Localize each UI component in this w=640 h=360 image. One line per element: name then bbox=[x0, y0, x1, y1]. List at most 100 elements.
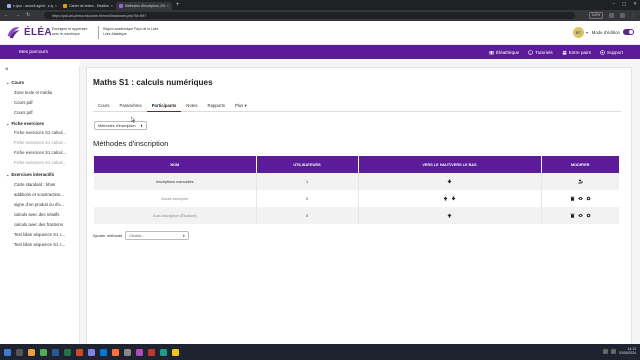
new-tab-button[interactable]: + bbox=[176, 2, 180, 8]
eye-icon[interactable] bbox=[578, 213, 583, 218]
sidebar-item[interactable]: Fiche exercices S1 calcul... bbox=[14, 140, 76, 145]
add-method-select[interactable]: Choisir... ⬍ bbox=[125, 231, 190, 240]
minimize-icon[interactable]: – bbox=[612, 1, 615, 7]
table-header-row: NOM UTILISATEURS VERS LE HAUT/VERS LE BA… bbox=[94, 156, 619, 173]
zoom-badge[interactable]: 110% bbox=[588, 12, 603, 19]
browser-tab-2[interactable]: Cahier de textes - Etablisseme × bbox=[60, 2, 116, 10]
gear-icon[interactable] bbox=[586, 213, 591, 218]
tab-participants[interactable]: Participants bbox=[146, 100, 182, 112]
sidebar-item[interactable]: Cours pdf bbox=[14, 110, 76, 115]
file-explorer-icon[interactable] bbox=[28, 348, 35, 356]
chevron-down-icon: ⌄ bbox=[6, 121, 10, 126]
system-clock[interactable]: 14:13 03/09/2024 bbox=[619, 347, 636, 355]
edge-icon[interactable] bbox=[100, 348, 107, 356]
user-menu[interactable]: BT ▾ bbox=[572, 27, 588, 38]
start-icon[interactable] bbox=[4, 348, 11, 356]
nav-eleatheque[interactable]: Éléathèque bbox=[489, 50, 519, 55]
sidebar-item[interactable]: calculs avec des fractions bbox=[14, 222, 76, 227]
app-icon[interactable] bbox=[172, 348, 179, 356]
arrow-up-icon[interactable] bbox=[447, 213, 452, 218]
search-icon[interactable] bbox=[16, 348, 23, 356]
arrow-down-icon[interactable] bbox=[447, 179, 452, 184]
clock-date: 03/09/2024 bbox=[619, 351, 636, 356]
close-tab-icon[interactable]: × bbox=[111, 4, 113, 8]
close-tab-icon[interactable]: × bbox=[55, 4, 57, 8]
tab-notes[interactable]: Notes bbox=[181, 100, 202, 112]
chevron-down-icon: ⬍ bbox=[182, 233, 186, 238]
tab-cours[interactable]: Cours bbox=[93, 100, 114, 112]
trash-icon[interactable] bbox=[570, 213, 575, 218]
close-drawer-icon[interactable]: × bbox=[5, 67, 9, 73]
nav-mes-parcours[interactable]: Mes parcours bbox=[19, 50, 48, 55]
sidebar-item[interactable]: calculs avec des relatifs bbox=[14, 212, 76, 217]
browser-menu-icon[interactable]: ⋮ bbox=[631, 13, 636, 18]
close-window-icon[interactable]: ✕ bbox=[633, 1, 637, 7]
wifi-icon[interactable] bbox=[603, 348, 609, 354]
address-bar[interactable]: https://pdl-ari-prima.eduzone.fr/enrol/i… bbox=[44, 12, 575, 19]
nav-eleatheque-label: Éléathèque bbox=[495, 49, 520, 55]
maximize-icon[interactable]: ▢ bbox=[622, 1, 626, 7]
teams-icon[interactable] bbox=[88, 348, 95, 356]
chevron-down-icon[interactable]: ▾ bbox=[586, 30, 588, 35]
trash-icon[interactable] bbox=[570, 196, 575, 201]
tab-parametres[interactable]: Paramètres bbox=[114, 100, 146, 112]
col-header-name[interactable]: NOM bbox=[94, 156, 257, 173]
sidebar-item[interactable]: Test bilan séquence S1 c... bbox=[14, 232, 76, 237]
avatar[interactable]: BT bbox=[572, 27, 584, 38]
gear-icon[interactable] bbox=[586, 196, 591, 201]
sidebar-item[interactable]: Fiche exercices S1 calcul... bbox=[14, 130, 76, 135]
firefox-icon[interactable] bbox=[112, 348, 119, 356]
browser-tab-label: e-lyco : accueil agent - e-lyco bbox=[13, 4, 53, 8]
tagline: Enseigner et apprendre avec le numérique bbox=[52, 27, 87, 36]
excel-icon[interactable] bbox=[64, 348, 71, 356]
chrome-icon[interactable] bbox=[40, 348, 47, 356]
forward-icon[interactable]: → bbox=[15, 13, 20, 18]
nav-support[interactable]: Support bbox=[600, 50, 623, 55]
reload-icon[interactable]: ↻ bbox=[26, 13, 30, 18]
nav-entre-pairs[interactable]: Entre pairs bbox=[562, 50, 591, 55]
browser-tab-label: Cahier de textes - Etablisseme bbox=[69, 4, 109, 8]
nav-tutoriels[interactable]: Tutoriels bbox=[528, 49, 553, 55]
app-icon[interactable] bbox=[148, 348, 155, 356]
word-icon[interactable] bbox=[52, 348, 59, 356]
section-fiche-exercices[interactable]: ⌄ Fiche exercices bbox=[6, 121, 44, 126]
tab-rapports[interactable]: Rapports bbox=[203, 100, 230, 112]
arrow-down-icon[interactable] bbox=[451, 196, 456, 201]
tagline-line-2: avec le numérique bbox=[52, 31, 80, 36]
os-taskbar: 14:13 03/09/2024 bbox=[0, 344, 640, 360]
elea-logo-icon bbox=[6, 25, 21, 40]
app-icon[interactable] bbox=[136, 348, 143, 356]
region-label: Région académique Pays de la Loire Loire… bbox=[103, 27, 158, 36]
section-exercices-interactifs[interactable]: ⌄ Exercices interactifs bbox=[6, 172, 54, 177]
tab-plus[interactable]: Plus ▾ bbox=[230, 100, 252, 112]
enrol-users-icon[interactable] bbox=[578, 179, 583, 184]
back-icon[interactable]: ← bbox=[4, 13, 9, 18]
site-logo[interactable]: ÉLÉA bbox=[6, 25, 52, 40]
sidebar-item[interactable]: Fiche exercices S1 calcul... bbox=[14, 160, 76, 165]
sidebar-item[interactable]: additions et soustraction... bbox=[14, 192, 76, 197]
table-row: Accès anonyme 0 bbox=[94, 190, 619, 207]
section-cours[interactable]: ⌄ Cours bbox=[6, 80, 24, 85]
browser-tab-1[interactable]: e-lyco : accueil agent - e-lyco × bbox=[4, 2, 60, 10]
sidebar-item[interactable]: Test bilan séquence S1 c... bbox=[14, 242, 76, 247]
browser-tab-3[interactable]: Méthodes d'inscription | Élé × bbox=[116, 2, 172, 10]
extensions-icon[interactable] bbox=[609, 13, 614, 18]
app-icon[interactable] bbox=[124, 348, 131, 356]
edit-mode-toggle[interactable] bbox=[623, 29, 634, 35]
powerpoint-icon[interactable] bbox=[76, 348, 83, 356]
help-icon bbox=[528, 49, 534, 55]
close-tab-icon[interactable]: × bbox=[167, 4, 169, 8]
volume-icon[interactable] bbox=[611, 348, 617, 354]
selector-value: Méthodes d'inscription bbox=[98, 123, 136, 128]
eye-icon[interactable] bbox=[578, 196, 583, 201]
profile-icon[interactable] bbox=[620, 13, 625, 18]
sidebar-item[interactable]: Carte standard : khan bbox=[14, 182, 76, 187]
course-tabs: Cours Paramètres Participants Notes Rapp… bbox=[93, 100, 621, 112]
arrow-up-icon[interactable] bbox=[443, 196, 448, 201]
participants-page-selector[interactable]: Méthodes d'inscription ⬍ bbox=[94, 121, 147, 130]
sidebar-item[interactable]: signe d'un produit ou d'u... bbox=[14, 202, 76, 207]
sidebar-item[interactable]: Fiche exercices S1 calcul... bbox=[14, 150, 76, 155]
sidebar-item[interactable]: Zone texte et média bbox=[14, 90, 76, 95]
app-icon[interactable] bbox=[160, 348, 167, 356]
sidebar-item[interactable]: Cours pdf bbox=[14, 100, 76, 105]
